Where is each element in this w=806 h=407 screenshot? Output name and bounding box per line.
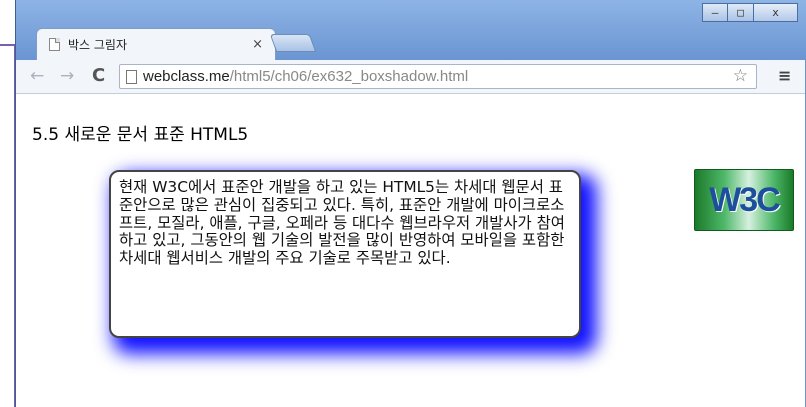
w3c-logo-text: W3C [709,180,781,219]
address-bar[interactable]: webclass.me/html5/ch06/ex632_boxshadow.h… [119,64,757,89]
menu-icon[interactable]: ≡ [778,66,791,85]
new-tab-button[interactable] [269,34,317,52]
minimize-button[interactable]: – [702,3,728,22]
toolbar: ← → C webclass.me/html5/ch06/ex632_boxsh… [16,60,805,94]
page-icon [49,38,60,51]
tab-active[interactable]: 박스 그림자 × [36,28,276,60]
page-icon [126,69,137,84]
page-heading: 5.5 새로운 문서 표준 HTML5 [32,125,249,145]
page-content: 5.5 새로운 문서 표준 HTML5 현재 W3C에서 표준안 개발을 하고 … [16,94,805,407]
url-path: /html5/ch06/ex632_boxshadow.html [229,68,469,85]
reload-icon[interactable]: C [92,65,105,86]
tab-close-icon[interactable]: × [252,37,263,52]
w3c-logo: W3C [694,169,794,231]
maximize-button[interactable]: □ [728,3,754,22]
window-controls: – □ x [702,3,798,22]
url-host: webclass.me [143,68,230,85]
tab-title: 박스 그림자 [68,38,128,52]
back-icon[interactable]: ← [30,66,44,86]
star-icon[interactable]: ☆ [733,66,748,86]
forward-icon[interactable]: → [60,66,74,86]
browser-window: – □ x 박스 그림자 × ← → C webclass.me/html5/c… [15,0,806,407]
close-button[interactable]: x [754,3,798,22]
shadow-text-box: 현재 W3C에서 표준안 개발을 하고 있는 HTML5는 차세대 웹문서 표준… [109,170,581,338]
